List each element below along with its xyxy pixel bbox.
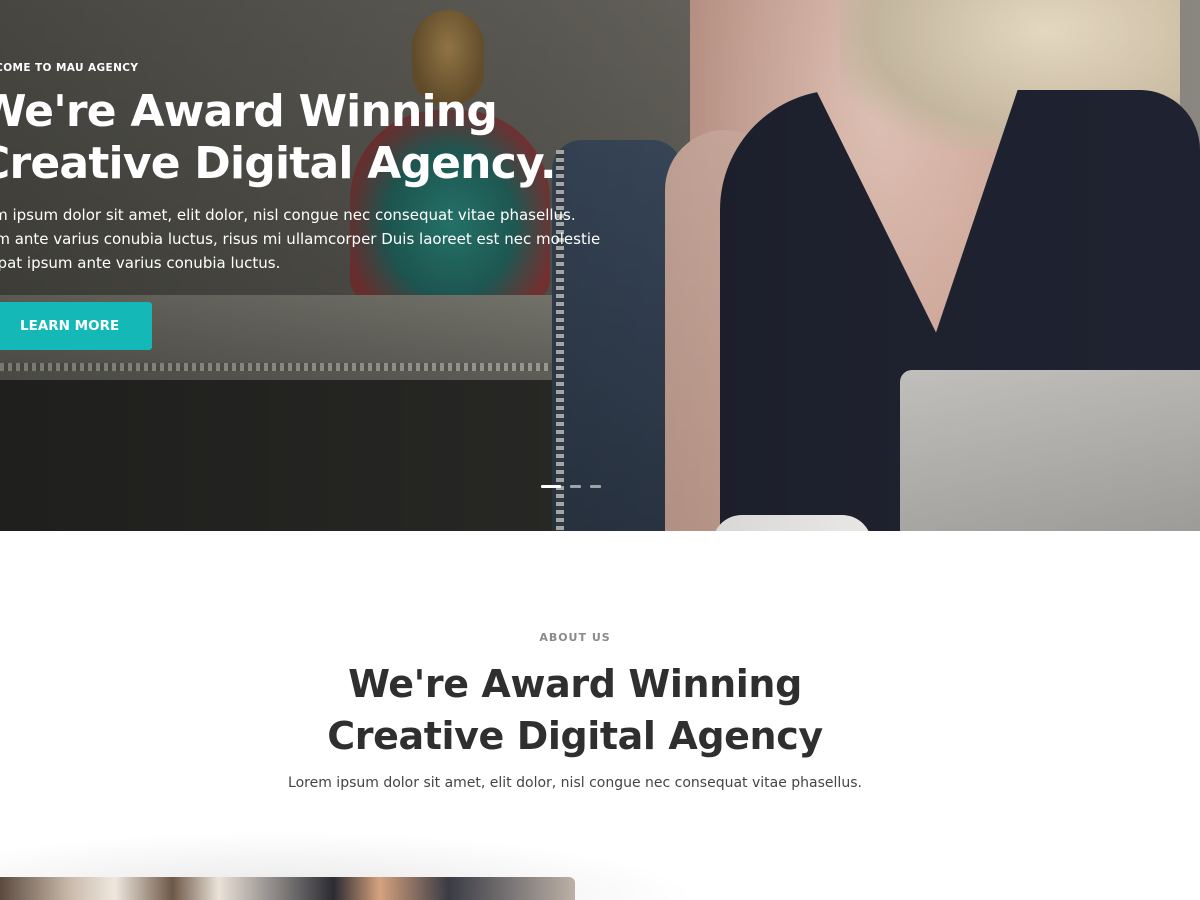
hero-title-line-1: We're Award Winning <box>0 86 498 137</box>
hero-section: LCOME TO MAU AGENCY We're Award Winning … <box>0 0 1200 531</box>
hero-kicker: LCOME TO MAU AGENCY <box>0 62 139 74</box>
hero-description: rem ipsum dolor sit amet, elit dolor, ni… <box>0 203 658 275</box>
about-title-line-2: Creative Digital Agency <box>327 714 823 758</box>
slider-dot-2[interactable] <box>570 485 581 488</box>
slider-dots <box>541 485 605 488</box>
hero-description-line-3: lutpat ipsum ante varius conubia luctus. <box>0 254 281 272</box>
about-kicker: ABOUT US <box>539 631 611 644</box>
about-title-line-1: We're Award Winning <box>348 662 802 706</box>
slider-dot-3[interactable] <box>590 485 601 488</box>
hero-description-line-1: rem ipsum dolor sit amet, elit dolor, ni… <box>0 206 576 224</box>
hero-content: LCOME TO MAU AGENCY We're Award Winning … <box>0 62 692 275</box>
about-section: ABOUT US We're Award Winning Creative Di… <box>0 531 1200 900</box>
about-description: Lorem ipsum dolor sit amet, elit dolor, … <box>288 775 862 791</box>
hero-title: We're Award Winning Creative Digital Age… <box>0 86 692 190</box>
hero-description-line-2: sum ante varius conubia luctus, risus mi… <box>0 230 601 248</box>
learn-more-button[interactable]: LEARN MORE <box>0 302 152 350</box>
hero-title-line-2: Creative Digital Agency. <box>0 138 557 189</box>
slider-dot-1[interactable] <box>541 485 561 488</box>
about-title: We're Award Winning Creative Digital Age… <box>0 658 1150 762</box>
about-image <box>0 877 575 900</box>
